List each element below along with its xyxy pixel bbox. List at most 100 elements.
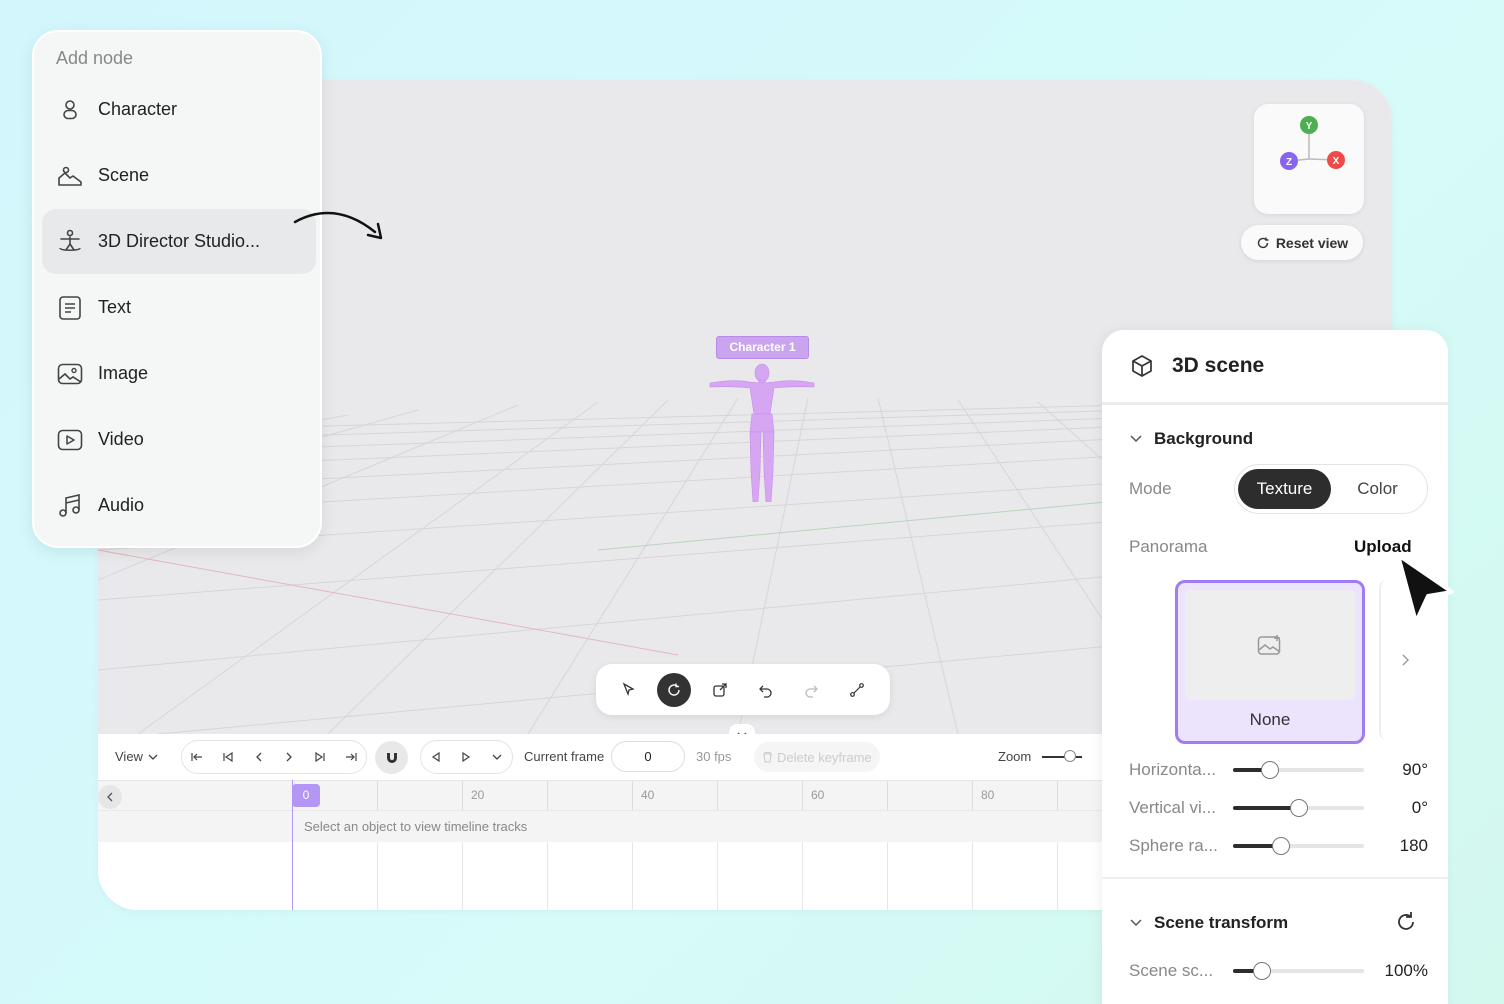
pointer-icon bbox=[622, 682, 635, 696]
menu-item-label: Audio bbox=[98, 495, 145, 515]
slider-knob[interactable] bbox=[1272, 837, 1290, 855]
redo-icon bbox=[805, 685, 819, 698]
prev-frame-button[interactable] bbox=[245, 743, 273, 771]
ruler-tick bbox=[887, 781, 896, 811]
add-node-menu: Add node Character Scene 3D Director Stu… bbox=[32, 30, 322, 548]
slider-value: 180 bbox=[1399, 836, 1428, 855]
image-add-icon bbox=[1257, 635, 1281, 655]
select-tool-button[interactable] bbox=[612, 673, 646, 707]
transform-toolbar bbox=[596, 664, 890, 715]
next-keyframe-button[interactable] bbox=[452, 743, 480, 771]
menu-item-label: Scene bbox=[98, 165, 150, 185]
redo-button[interactable] bbox=[794, 673, 828, 707]
menu-item-label: Image bbox=[98, 363, 149, 383]
menu-item-label: Video bbox=[98, 429, 144, 449]
ruler-tick bbox=[547, 781, 556, 811]
zoom-slider[interactable] bbox=[1042, 756, 1082, 758]
menu-item-label: 3D Director Studio... bbox=[98, 231, 261, 251]
view-dropdown[interactable]: View bbox=[115, 749, 158, 764]
menu-item-3d-director-studio[interactable]: 3D Director Studio... bbox=[42, 209, 316, 274]
last-frame-button[interactable] bbox=[306, 743, 334, 771]
slider-label: Scene sc... bbox=[1129, 961, 1214, 980]
trash-icon bbox=[763, 751, 772, 763]
mouse-cursor-icon bbox=[1396, 553, 1454, 624]
triangle-right-icon bbox=[462, 752, 471, 762]
jump-end-button[interactable] bbox=[337, 743, 365, 771]
ruler-tick: 80 bbox=[972, 781, 994, 811]
playhead-handle[interactable]: 0 bbox=[292, 784, 320, 807]
mode-texture-option[interactable]: Texture bbox=[1238, 469, 1331, 509]
ruler-tick: 60 bbox=[802, 781, 824, 811]
panorama-option-card[interactable]: None bbox=[1175, 580, 1365, 744]
menu-item-video[interactable]: Video bbox=[42, 407, 316, 472]
slider-knob[interactable] bbox=[1261, 761, 1279, 779]
cube-icon bbox=[1132, 355, 1152, 377]
skip-forward-icon bbox=[315, 752, 325, 762]
background-section-toggle[interactable]: Background bbox=[1130, 429, 1253, 449]
menu-item-character[interactable]: Character bbox=[42, 77, 316, 142]
menu-item-audio[interactable]: Audio bbox=[42, 473, 316, 538]
ruler-tick: 20 bbox=[462, 781, 484, 811]
svg-text:Z: Z bbox=[1286, 157, 1292, 168]
svg-text:Y: Y bbox=[1306, 121, 1313, 132]
menu-item-scene[interactable]: Scene bbox=[42, 143, 316, 208]
menu-item-label: Character bbox=[98, 99, 178, 119]
jump-start-button[interactable] bbox=[183, 743, 211, 771]
menu-item-image[interactable]: Image bbox=[42, 341, 316, 406]
ruler-tick: 40 bbox=[632, 781, 654, 811]
ruler-tick bbox=[377, 781, 386, 811]
undo-button[interactable] bbox=[749, 673, 783, 707]
scroll-back-button[interactable] bbox=[98, 785, 122, 809]
music-note-icon bbox=[56, 492, 84, 520]
first-frame-button[interactable] bbox=[214, 743, 242, 771]
section-title: Scene transform bbox=[1154, 913, 1289, 932]
snap-toggle-button[interactable] bbox=[375, 741, 408, 774]
ruler-tick bbox=[717, 781, 726, 811]
mode-color-option[interactable]: Color bbox=[1331, 469, 1424, 509]
slider-label: Horizonta... bbox=[1129, 760, 1216, 779]
slider-value: 0° bbox=[1411, 798, 1428, 817]
chevron-down-icon bbox=[492, 754, 502, 760]
image-icon bbox=[56, 360, 84, 388]
document-icon bbox=[56, 294, 84, 322]
next-frame-button[interactable] bbox=[275, 743, 303, 771]
slider-knob[interactable] bbox=[1253, 962, 1271, 980]
undo-icon bbox=[758, 685, 772, 698]
keyframe-options-button[interactable] bbox=[483, 743, 511, 771]
svg-text:X: X bbox=[1333, 156, 1340, 167]
delete-keyframe-label: Delete keyframe bbox=[777, 749, 872, 765]
axis-gizmo[interactable]: Y X Z bbox=[1254, 104, 1364, 214]
character-label: Character 1 bbox=[716, 336, 809, 359]
chevron-left-icon bbox=[107, 792, 113, 802]
slider-knob[interactable] bbox=[1290, 799, 1308, 817]
prev-keyframe-button[interactable] bbox=[422, 743, 450, 771]
zoom-label: Zoom bbox=[998, 749, 1032, 764]
character-mannequin[interactable] bbox=[704, 362, 824, 502]
panorama-label: Panorama bbox=[1129, 537, 1208, 556]
chevron-left-icon bbox=[255, 752, 262, 762]
current-frame-input[interactable]: 0 bbox=[611, 741, 685, 772]
zoom-slider-knob[interactable] bbox=[1064, 750, 1076, 762]
magnet-icon bbox=[386, 752, 397, 763]
reset-view-button[interactable]: Reset view bbox=[1241, 225, 1363, 260]
figure-pose-icon bbox=[56, 228, 84, 256]
reset-transform-icon[interactable] bbox=[1394, 910, 1418, 934]
current-frame-label: Current frame bbox=[524, 749, 605, 764]
menu-item-text[interactable]: Text bbox=[42, 275, 316, 340]
ruler-tick bbox=[1057, 781, 1066, 811]
reset-view-label: Reset view bbox=[1275, 234, 1349, 251]
refresh-icon bbox=[1257, 237, 1269, 248]
triangle-left-icon bbox=[432, 752, 440, 762]
bone-tool-button[interactable] bbox=[840, 673, 874, 707]
scene-transform-section-toggle[interactable]: Scene transform bbox=[1130, 913, 1288, 933]
arrow-right-bar-icon bbox=[345, 753, 357, 761]
video-icon bbox=[56, 426, 84, 454]
chevron-right-icon bbox=[1402, 654, 1409, 666]
rotate-tool-button[interactable] bbox=[657, 672, 692, 707]
delete-keyframe-button[interactable]: Delete keyframe bbox=[754, 742, 880, 772]
menu-title: Add node bbox=[56, 48, 134, 68]
panorama-thumbnail bbox=[1185, 590, 1355, 700]
mode-label: Mode bbox=[1129, 479, 1172, 498]
keyframe-nav-controls bbox=[420, 740, 513, 774]
scale-tool-button[interactable] bbox=[703, 673, 737, 707]
